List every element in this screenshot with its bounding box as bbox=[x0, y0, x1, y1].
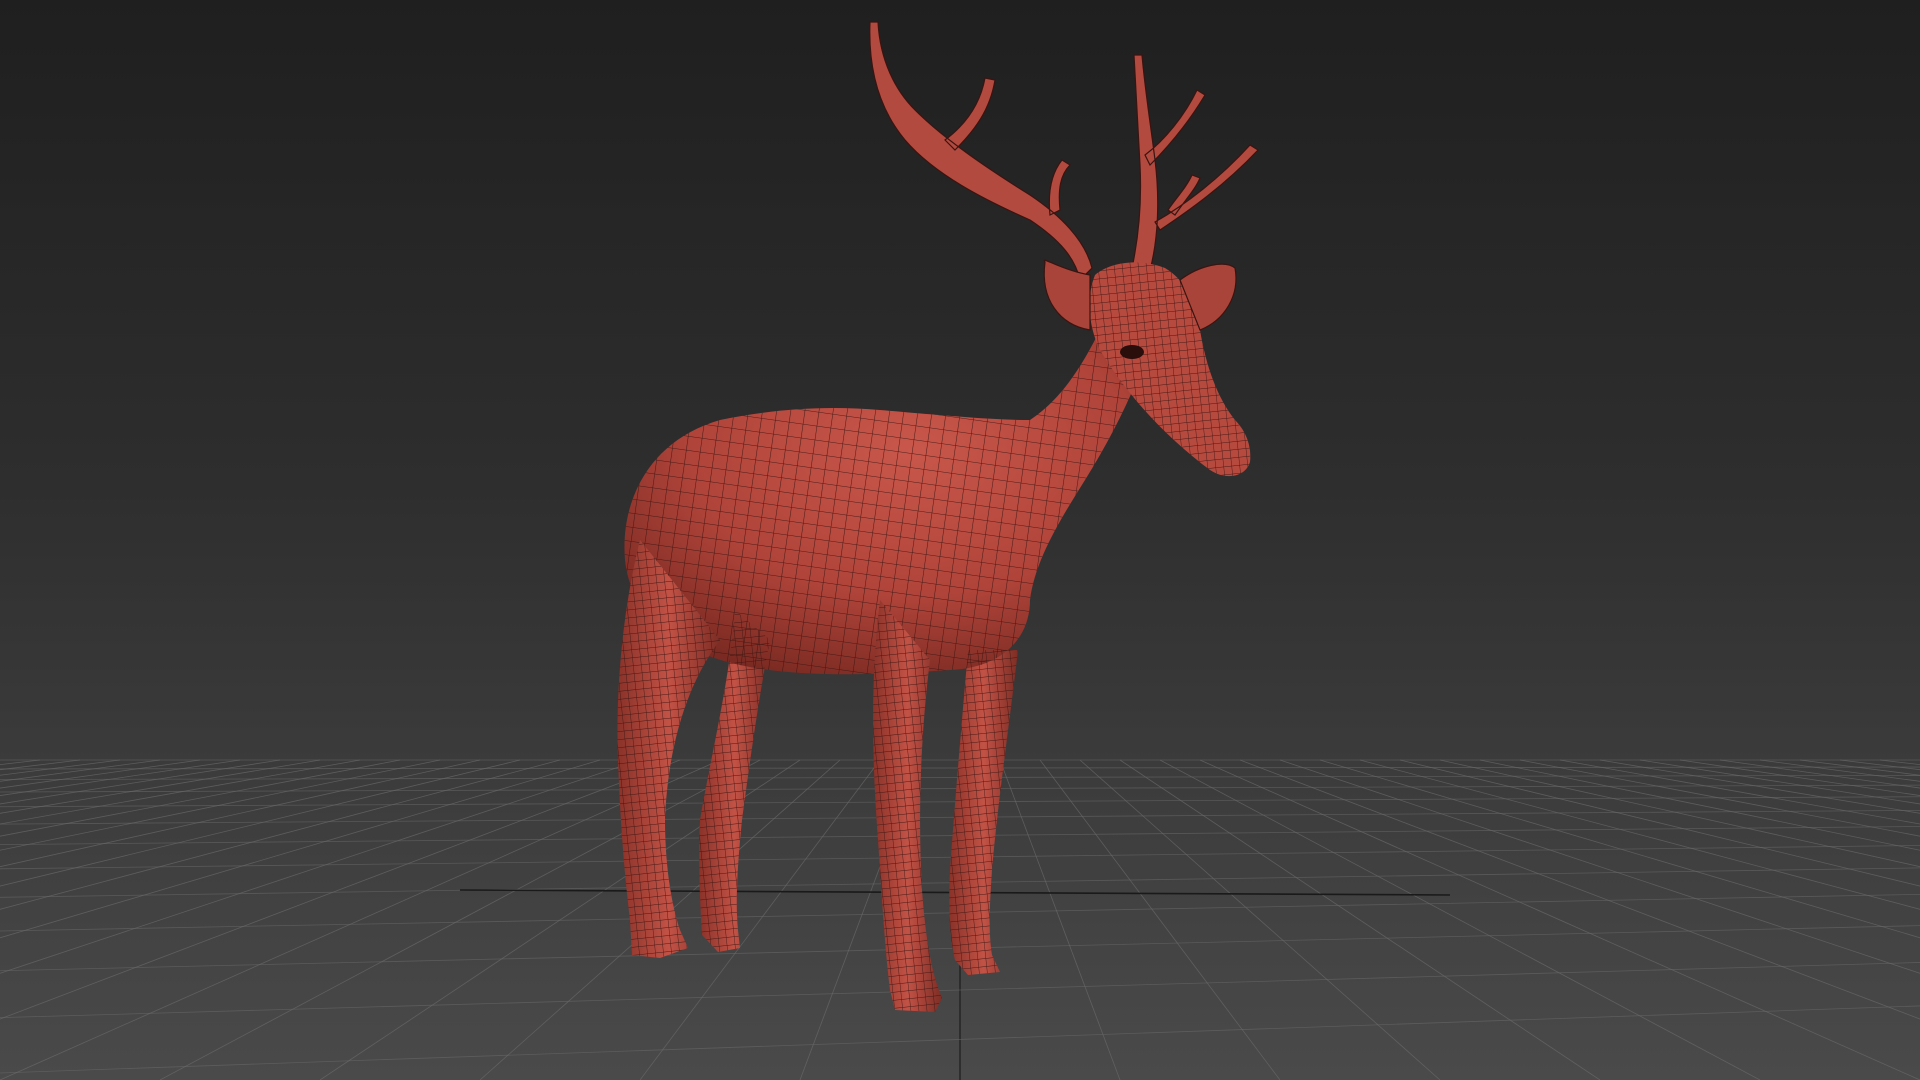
grid-line bbox=[0, 759, 161, 782]
grid-line bbox=[0, 759, 561, 910]
viewport-canvas[interactable] bbox=[0, 0, 1920, 1080]
grid-line bbox=[0, 759, 281, 805]
deer-model[interactable] bbox=[617, 21, 1259, 1012]
grid-line bbox=[1479, 759, 1920, 851]
grid-line bbox=[1759, 759, 1920, 782]
grid-line bbox=[0, 759, 241, 796]
grid-line bbox=[1239, 759, 1920, 1020]
grid-line bbox=[0, 759, 721, 1080]
grid-line bbox=[1639, 759, 1920, 805]
grid-line bbox=[0, 759, 481, 868]
grid-line bbox=[1439, 759, 1920, 868]
grid-line bbox=[1159, 759, 1761, 1080]
grid-line bbox=[1079, 759, 1441, 1080]
grid-line bbox=[1559, 759, 1920, 825]
grid-line bbox=[1839, 759, 1920, 771]
grid-line bbox=[1679, 759, 1920, 796]
deer-eye bbox=[1120, 345, 1144, 359]
grid-line bbox=[0, 759, 441, 851]
grid-line bbox=[1359, 759, 1920, 910]
3d-viewport[interactable] bbox=[0, 0, 1920, 1080]
grid-line bbox=[0, 759, 641, 974]
grid-line bbox=[0, 759, 81, 771]
grid-line bbox=[1279, 759, 1920, 974]
grid-line bbox=[0, 759, 361, 825]
antler-left bbox=[869, 21, 1093, 282]
grid-line bbox=[1119, 759, 1601, 1080]
grid-line bbox=[1039, 759, 1281, 1080]
antler-right bbox=[1131, 54, 1259, 271]
grid-line bbox=[1199, 759, 1920, 1080]
